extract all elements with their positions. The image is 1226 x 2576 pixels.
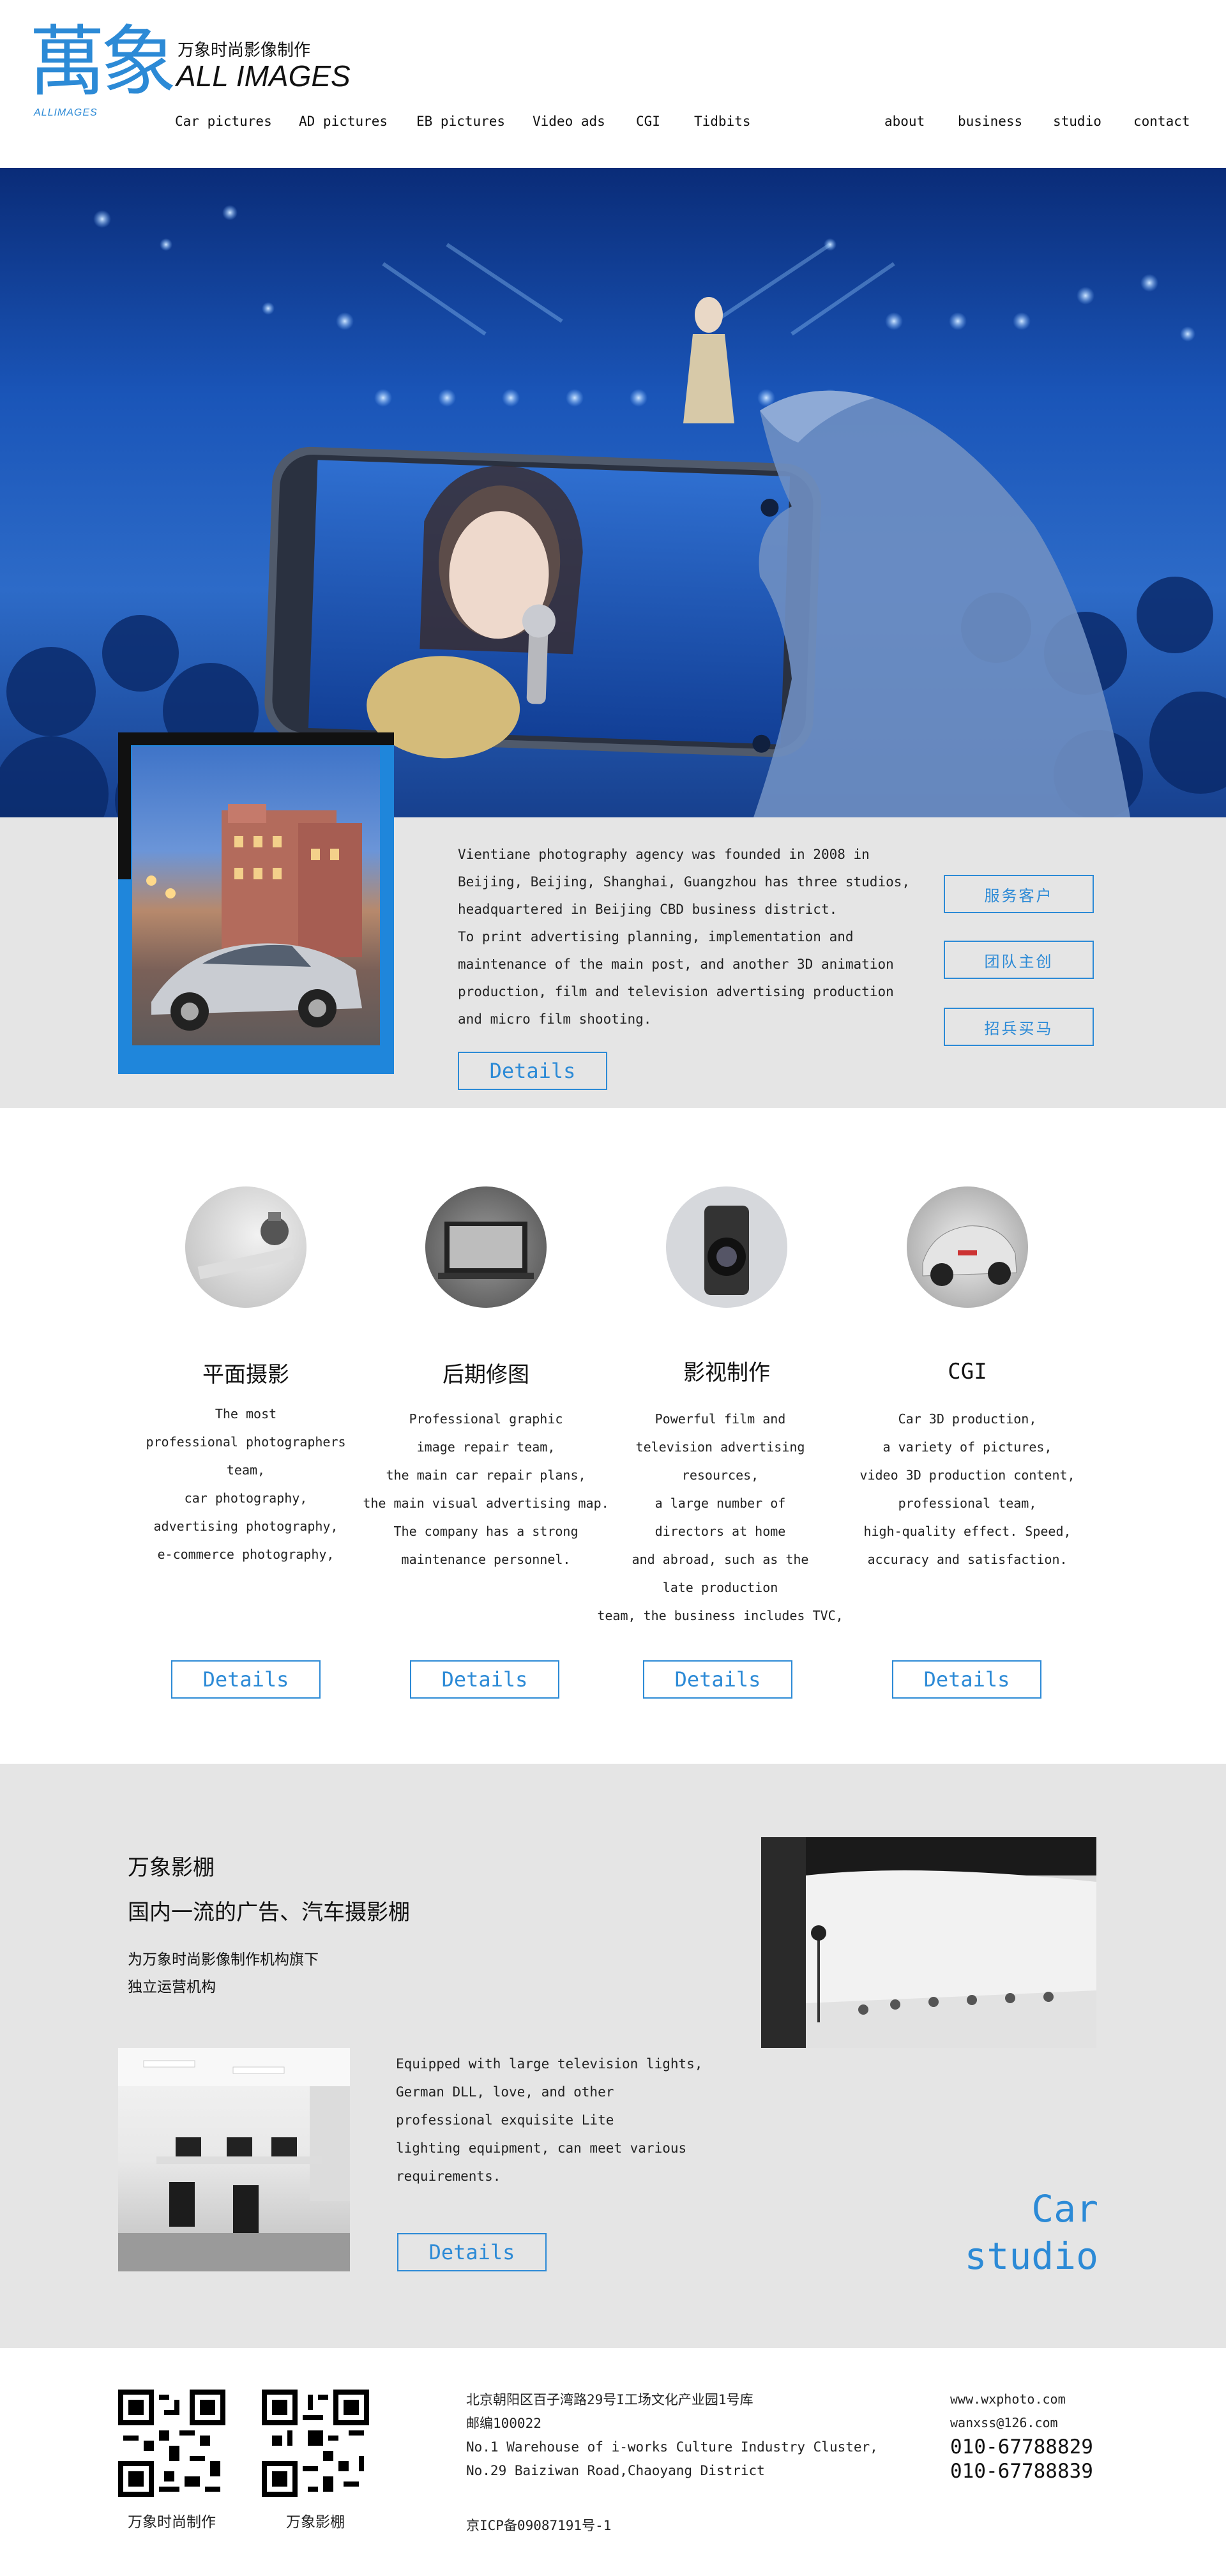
studio-line: German DLL, love, and other	[396, 2084, 614, 2100]
service-desc-cgi: Car 3D production, a variety of pictures,…	[859, 1411, 1075, 1567]
address-line: 邮编100022	[466, 2416, 541, 2431]
footer-address: 北京朝阳区百子湾路29号I工场文化产业园1号库 邮编100022 No.1 Wa…	[466, 2388, 878, 2483]
intro-photo-frame	[118, 732, 394, 1074]
studio-line: requirements.	[396, 2169, 501, 2184]
service-video-details-button[interactable]: Details	[643, 1660, 792, 1699]
site-header: 萬象 ALLIMAGES 万象时尚影像制作 ALL IMAGES Car pic…	[0, 0, 1226, 168]
service-title-retouch: 后期修图	[443, 1362, 529, 1388]
intro-car-photo	[132, 746, 380, 1045]
address-line: No.1 Warehouse of i-works Culture Indust…	[466, 2439, 878, 2455]
car-studio-label: Car studio	[964, 2187, 1098, 2278]
studio-title: 万象影棚	[128, 1855, 215, 1881]
service-clients-button[interactable]: 服务客户	[944, 875, 1094, 913]
nav-studio[interactable]: studio	[1053, 114, 1101, 129]
logo-subtext: ALLIMAGES	[34, 107, 98, 118]
service-retouch-details-button[interactable]: Details	[410, 1660, 559, 1699]
email-link[interactable]: wanxss@126.com	[950, 2411, 1093, 2435]
site-footer: 万象时尚制作 万象影棚 北京朝阳区百子湾路29号I工场文化产业园1号库 邮编10…	[0, 2348, 1226, 2576]
service-photo-flat	[185, 1186, 306, 1308]
intro-line: and micro film shooting.	[458, 1011, 652, 1027]
studio-office-photo	[118, 2048, 350, 2271]
qr-code-production[interactable]	[118, 2390, 225, 2497]
tagline: 万象时尚影像制作	[178, 41, 311, 60]
service-photo-video	[666, 1186, 787, 1308]
address-line: No.29 Baiziwan Road,Chaoyang District	[466, 2463, 765, 2478]
team-creative-button[interactable]: 团队主创	[944, 941, 1094, 979]
nav-tidbits[interactable]: Tidbits	[694, 114, 751, 129]
qr-label-production: 万象时尚制作	[128, 2514, 216, 2531]
logo[interactable]: 萬象 ALLIMAGES	[29, 11, 177, 133]
nav-contact[interactable]: contact	[1133, 114, 1190, 129]
studio-note-1: 为万象时尚影像制作机构旗下	[128, 1951, 319, 1968]
studio-line: lighting equipment, can meet various	[396, 2140, 687, 2156]
studio-paragraph: Equipped with large television lights, G…	[396, 2050, 702, 2190]
qr-code-studio[interactable]	[262, 2390, 369, 2497]
intro-section: Vientiane photography agency was founded…	[0, 732, 1226, 1108]
intro-line: maintenance of the main post, and anothe…	[458, 957, 894, 972]
logo-mark: 萬象	[29, 18, 177, 107]
intro-details-button[interactable]: Details	[458, 1052, 607, 1090]
website-link[interactable]: www.wxphoto.com	[950, 2388, 1093, 2411]
brand-name: ALL IMAGES	[176, 59, 351, 93]
phone-1: 010-67788829	[950, 2436, 1093, 2459]
service-photo-cgi	[907, 1186, 1028, 1308]
service-title-flat: 平面摄影	[202, 1362, 289, 1388]
nav-business[interactable]: business	[958, 114, 1022, 129]
studio-subtitle: 国内一流的广告、汽车摄影棚	[128, 1900, 410, 1925]
nav-cgi[interactable]: CGI	[636, 114, 660, 129]
service-cgi-details-button[interactable]: Details	[892, 1660, 1041, 1699]
studio-section: 万象影棚 国内一流的广告、汽车摄影棚 为万象时尚影像制作机构旗下 独立运营机构	[0, 1764, 1226, 2348]
hero-banner	[0, 168, 1226, 817]
intro-line: production, film and television advertis…	[458, 984, 894, 999]
footer-contact: www.wxphoto.com wanxss@126.com 010-67788…	[950, 2388, 1093, 2483]
intro-line: headquartered in Beijing CBD business di…	[458, 902, 838, 917]
nav-ad-pictures[interactable]: AD pictures	[299, 114, 388, 129]
hero-concert-illustration	[0, 205, 1226, 817]
service-title-cgi: CGI	[948, 1359, 987, 1384]
service-flat-details-button[interactable]: Details	[171, 1660, 321, 1699]
nav-about[interactable]: about	[884, 114, 925, 129]
service-desc-retouch: Professional graphic image repair team, th…	[363, 1411, 609, 1567]
studio-line: professional exquisite Lite	[396, 2112, 614, 2128]
qr-label-studio: 万象影棚	[286, 2514, 345, 2531]
intro-line: To print advertising planning, implement…	[458, 929, 854, 944]
studio-details-button[interactable]: Details	[397, 2233, 547, 2271]
service-title-video: 影视制作	[683, 1360, 770, 1386]
studio-note-2: 独立运营机构	[128, 1979, 216, 1996]
intro-paragraph: Vientiane photography agency was founded…	[458, 841, 910, 1033]
nav-car-pictures[interactable]: Car pictures	[175, 114, 272, 129]
phone-2: 010-67788839	[950, 2460, 1093, 2483]
recruitment-button[interactable]: 招兵买马	[944, 1008, 1094, 1046]
nav-eb-pictures[interactable]: EB pictures	[416, 114, 505, 129]
address-line: 北京朝阳区百子湾路29号I工场文化产业园1号库	[466, 2392, 753, 2407]
intro-line: Vientiane photography agency was founded…	[458, 847, 870, 862]
studio-stage-photo	[761, 1837, 1096, 2048]
intro-line: Beijing, Beijing, Shanghai, Guangzhou ha…	[458, 874, 911, 890]
nav-video-ads[interactable]: Video ads	[533, 114, 605, 129]
service-desc-flat: The most professional photographers team, …	[146, 1406, 346, 1562]
studio-line: Equipped with large television lights,	[396, 2056, 703, 2072]
service-desc-video: Powerful film and television advertising r…	[597, 1411, 844, 1623]
icp-number[interactable]: 京ICP备09087191号-1	[466, 2515, 611, 2534]
service-photo-retouch	[425, 1186, 547, 1308]
